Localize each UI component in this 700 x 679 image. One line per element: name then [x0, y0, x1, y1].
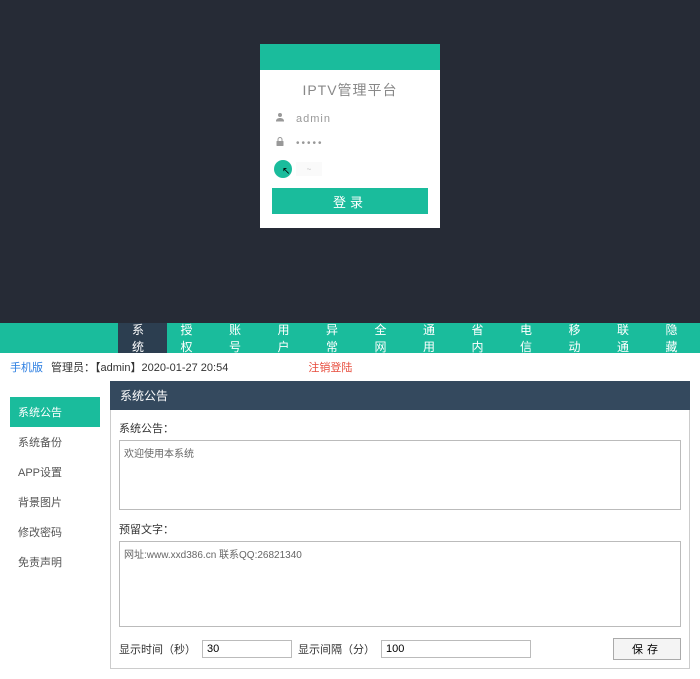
display-time-input[interactable]: [202, 640, 292, 658]
save-button[interactable]: 保存: [613, 638, 681, 660]
username-value: admin: [296, 113, 331, 125]
topnav-item-2[interactable]: 账号: [215, 323, 264, 353]
login-title: IPTV管理平台: [260, 70, 440, 106]
login-button-label: 登录: [333, 192, 367, 211]
display-time-label: 显示时间（秒）: [119, 641, 196, 657]
sidebar-item-4[interactable]: 修改密码: [10, 517, 100, 547]
status-bar: 手机版 管理员：【admin】2020-01-27 20:54 注销登陆: [0, 353, 700, 381]
topnav-item-1[interactable]: 授权: [167, 323, 216, 353]
login-box: IPTV管理平台 admin ••••• ↖ ~ 登录: [260, 44, 440, 228]
username-field[interactable]: admin: [260, 106, 440, 131]
settings-row: 显示时间（秒） 显示间隔（分） 保存: [119, 638, 681, 660]
user-icon: [274, 111, 290, 126]
topnav-item-4[interactable]: 异常: [312, 323, 361, 353]
notice-label: 系统公告：: [119, 420, 681, 436]
login-button[interactable]: 登录: [272, 188, 428, 214]
sidebar-item-0[interactable]: 系统公告: [10, 397, 100, 427]
footer-text-label: 预留文字：: [119, 521, 681, 537]
topnav-item-6[interactable]: 通用: [409, 323, 458, 353]
mobile-link[interactable]: 手机版: [10, 359, 43, 375]
topnav-item-8[interactable]: 电信: [506, 323, 555, 353]
panel-header: 系统公告: [110, 381, 690, 410]
admin-info: 管理员：【admin】2020-01-27 20:54: [51, 359, 228, 375]
main-area: 系统公告系统备份APP设置背景图片修改密码免责声明 系统公告 系统公告： 预留文…: [0, 381, 700, 679]
sidebar: 系统公告系统备份APP设置背景图片修改密码免责声明: [10, 381, 100, 669]
admin-panel: 系统授权账号用户异常全网通用省内电信移动联通隐藏 手机版 管理员：【admin】…: [0, 323, 700, 679]
topnav-item-0[interactable]: 系统: [118, 323, 167, 353]
sidebar-item-2[interactable]: APP设置: [10, 457, 100, 487]
topnav-item-11[interactable]: 隐藏: [652, 323, 700, 353]
login-background: IPTV管理平台 admin ••••• ↖ ~ 登录: [0, 0, 700, 323]
content-panel: 系统公告 系统公告： 预留文字： 显示时间（秒） 显示间隔（分） 保存: [110, 381, 690, 669]
password-field[interactable]: •••••: [260, 131, 440, 156]
topnav-item-7[interactable]: 省内: [458, 323, 507, 353]
cursor-icon: ↖: [282, 166, 290, 177]
topnav-item-3[interactable]: 用户: [264, 323, 313, 353]
logout-link[interactable]: 注销登陆: [308, 359, 352, 375]
password-mask: •••••: [296, 138, 324, 149]
notice-textarea[interactable]: [119, 440, 681, 510]
topnav-item-10[interactable]: 联通: [603, 323, 652, 353]
captcha-circle-icon: ↖: [274, 160, 292, 178]
top-nav: 系统授权账号用户异常全网通用省内电信移动联通隐藏: [0, 323, 700, 353]
panel-body: 系统公告： 预留文字： 显示时间（秒） 显示间隔（分） 保存: [110, 410, 690, 669]
sidebar-item-5[interactable]: 免责声明: [10, 547, 100, 577]
captcha-row[interactable]: ↖ ~: [260, 156, 440, 186]
sidebar-item-3[interactable]: 背景图片: [10, 487, 100, 517]
display-interval-label: 显示间隔（分）: [298, 641, 375, 657]
captcha-image[interactable]: ~: [296, 162, 322, 176]
footer-textarea[interactable]: [119, 541, 681, 627]
lock-icon: [274, 136, 290, 151]
login-header-bar: [260, 44, 440, 70]
sidebar-item-1[interactable]: 系统备份: [10, 427, 100, 457]
topnav-item-5[interactable]: 全网: [361, 323, 410, 353]
topnav-item-9[interactable]: 移动: [555, 323, 604, 353]
display-interval-input[interactable]: [381, 640, 531, 658]
